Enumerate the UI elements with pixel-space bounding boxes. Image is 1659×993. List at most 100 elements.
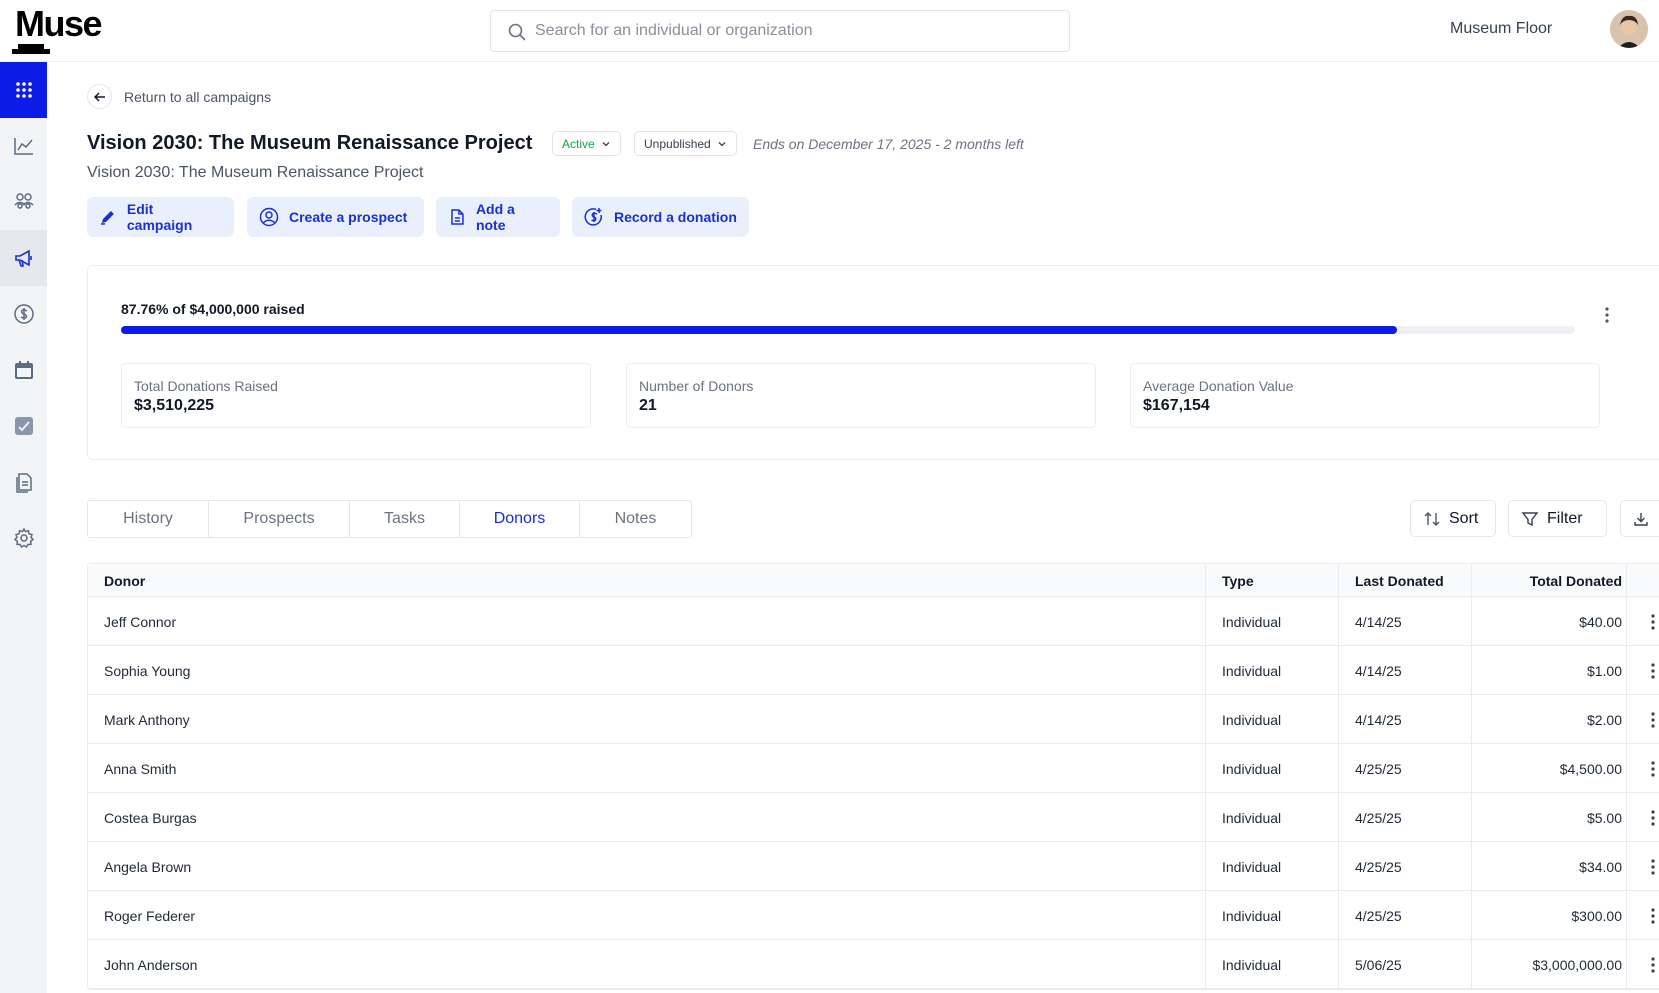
sort-icon: [1424, 511, 1440, 526]
row-more-button[interactable]: [1638, 793, 1659, 842]
row-more-button[interactable]: [1638, 744, 1659, 793]
table-row[interactable]: Roger Federer Individual 4/25/25 $300.00: [88, 891, 1659, 940]
table-row[interactable]: Mark Anthony Individual 4/14/25 $2.00: [88, 695, 1659, 744]
kebab-menu-icon: [1651, 907, 1655, 924]
column-header-type[interactable]: Type: [1222, 564, 1254, 597]
table-row[interactable]: Costea Burgas Individual 4/25/25 $5.00: [88, 793, 1659, 842]
donor-name-cell[interactable]: Angela Brown: [104, 842, 191, 891]
tab-prospects[interactable]: Prospects: [209, 501, 350, 537]
column-divider: [1338, 940, 1339, 988]
filter-icon: [1521, 511, 1539, 526]
avatar-image: [1610, 10, 1648, 48]
column-divider: [1626, 793, 1627, 841]
back-link[interactable]: Return to all campaigns: [87, 84, 271, 109]
record-donation-button[interactable]: Record a donation: [572, 197, 749, 237]
table-row[interactable]: Sophia Young Individual 4/14/25 $1.00: [88, 646, 1659, 695]
row-more-button[interactable]: [1638, 646, 1659, 695]
end-date-text: Ends on December 17, 2025 - 2 months lef…: [753, 136, 1024, 152]
kebab-menu-icon: [1651, 956, 1655, 973]
donor-name-cell[interactable]: Roger Federer: [104, 891, 195, 940]
tasks-check-icon: [14, 417, 33, 435]
donor-name-cell[interactable]: Costea Burgas: [104, 793, 197, 842]
sidebar-item-calendar[interactable]: [0, 342, 47, 398]
sidebar-item-campaigns[interactable]: [0, 230, 47, 286]
last-donated-cell: 5/06/25: [1355, 956, 1402, 973]
donor-name-cell[interactable]: John Anderson: [104, 940, 197, 989]
back-label[interactable]: Return to all campaigns: [124, 89, 271, 105]
column-divider: [1205, 597, 1206, 645]
sidebar-item-analytics[interactable]: [0, 118, 47, 174]
top-bar: Muse Museum Floor: [0, 0, 1659, 62]
table-row[interactable]: Jeff Connor Individual 4/14/25 $40.00: [88, 597, 1659, 646]
row-more-button[interactable]: [1638, 891, 1659, 940]
sidebar-item-people[interactable]: [0, 174, 47, 230]
edit-campaign-button[interactable]: Edit campaign: [87, 197, 234, 237]
progress-label: 87.76% of $4,000,000 raised: [121, 301, 305, 317]
kebab-menu-icon: [1651, 613, 1655, 630]
tab-donors[interactable]: Donors: [460, 501, 580, 537]
search-icon: [508, 23, 526, 41]
publish-dropdown[interactable]: Unpublished: [634, 131, 737, 156]
tab-tasks[interactable]: Tasks: [350, 501, 460, 537]
total-donated-cell: $2.00: [1586, 711, 1622, 728]
download-button[interactable]: [1620, 500, 1659, 537]
column-divider: [1471, 597, 1472, 645]
last-donated-cell: 4/25/25: [1355, 760, 1402, 777]
stat-value: $167,154: [1143, 397, 1210, 414]
donor-name-cell[interactable]: Sophia Young: [104, 646, 190, 695]
column-divider: [1471, 564, 1472, 596]
apps-grid-icon: [15, 82, 32, 98]
sidebar-item-documents[interactable]: [0, 454, 47, 510]
org-name[interactable]: Museum Floor: [1450, 20, 1552, 38]
column-header-total-donated[interactable]: Total Donated: [1488, 564, 1622, 597]
filter-button[interactable]: Filter: [1508, 500, 1607, 537]
column-header-last-donated[interactable]: Last Donated: [1355, 564, 1444, 597]
add-note-button[interactable]: Add a note: [436, 197, 560, 237]
edit-campaign-label: Edit campaign: [126, 201, 193, 233]
stat-label: Number of Donors: [639, 378, 754, 394]
column-header-donor[interactable]: Donor: [104, 564, 145, 597]
stat-donor-count: Number of Donors 21: [626, 363, 1096, 428]
column-divider: [1626, 646, 1627, 694]
table-row[interactable]: Anna Smith Individual 4/25/25 $4,500.00: [88, 744, 1659, 793]
row-more-button[interactable]: [1638, 842, 1659, 891]
search-box[interactable]: [490, 10, 1070, 52]
gear-icon: [13, 527, 34, 549]
sidebar-item-settings[interactable]: [0, 510, 47, 566]
row-more-button[interactable]: [1638, 597, 1659, 646]
table-row[interactable]: Angela Brown Individual 4/25/25 $34.00: [88, 842, 1659, 891]
donor-name-cell[interactable]: Mark Anthony: [104, 695, 190, 744]
chart-line-icon: [13, 138, 33, 155]
create-prospect-button[interactable]: Create a prospect: [247, 197, 424, 237]
column-divider: [1338, 842, 1339, 890]
column-divider: [1205, 842, 1206, 890]
table-row[interactable]: John Anderson Individual 5/06/25 $3,000,000…: [88, 940, 1659, 989]
sidebar-item-dashboard[interactable]: [0, 62, 47, 118]
donor-name-cell[interactable]: Anna Smith: [104, 744, 176, 793]
megaphone-icon: [14, 249, 32, 267]
arrow-left-icon: [93, 91, 105, 102]
column-divider: [1626, 940, 1627, 988]
sidebar-item-tasks[interactable]: [0, 398, 47, 454]
status-dropdown[interactable]: Active: [552, 131, 621, 156]
card-more-button[interactable]: [1604, 306, 1610, 329]
sidebar-item-donations[interactable]: [0, 286, 47, 342]
kebab-menu-icon: [1605, 307, 1609, 323]
tab-notes[interactable]: Notes: [580, 501, 691, 537]
column-divider: [1205, 646, 1206, 694]
sort-button[interactable]: Sort: [1410, 500, 1496, 537]
filter-label: Filter: [1547, 509, 1583, 527]
muse-logo[interactable]: Muse: [12, 4, 104, 56]
tab-history[interactable]: History: [88, 501, 209, 537]
tab-bar: History Prospects Tasks Donors Notes: [87, 500, 692, 538]
row-more-button[interactable]: [1638, 695, 1659, 744]
search-input[interactable]: [535, 11, 1055, 51]
documents-icon: [15, 473, 32, 493]
row-more-button[interactable]: [1638, 940, 1659, 989]
user-avatar[interactable]: [1610, 10, 1648, 48]
column-divider: [1626, 597, 1627, 645]
column-divider: [1626, 842, 1627, 890]
donor-name-cell[interactable]: Jeff Connor: [104, 597, 176, 646]
back-button[interactable]: [87, 84, 112, 109]
column-divider: [1471, 891, 1472, 939]
